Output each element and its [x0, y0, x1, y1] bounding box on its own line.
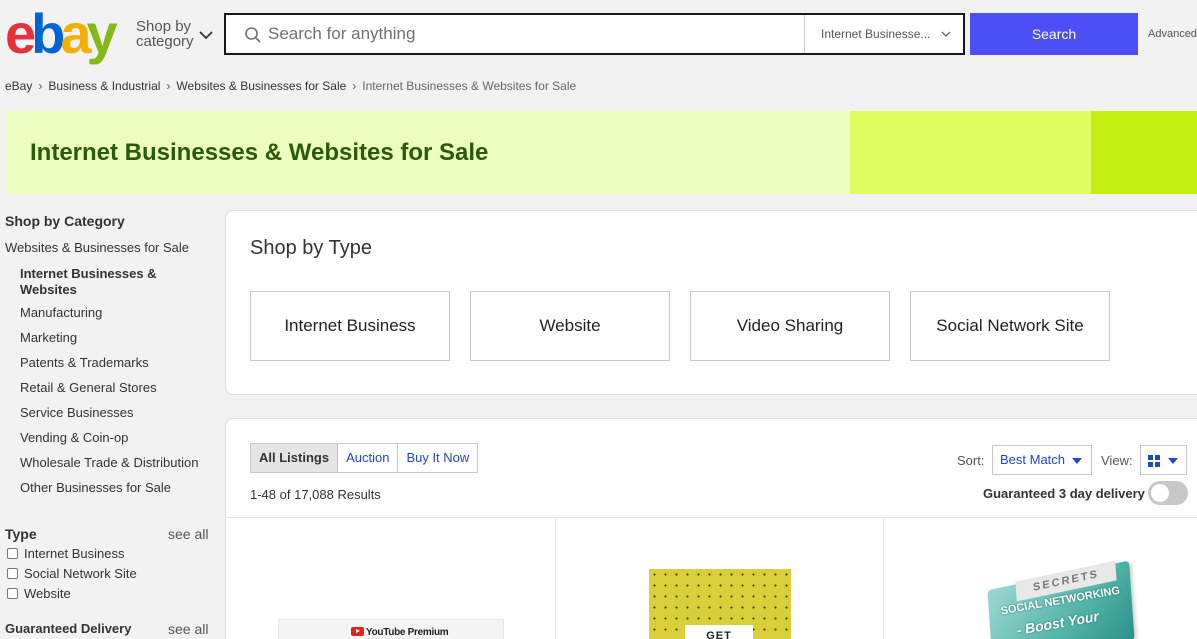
breadcrumb-current: Internet Businesses & Websites for Sale: [362, 79, 577, 93]
checkbox[interactable]: [7, 568, 18, 579]
banner-accent-block: [1091, 111, 1197, 194]
divider: [555, 518, 556, 639]
sidebar-item-wholesale[interactable]: Wholesale Trade & Distribution: [20, 455, 198, 470]
sidebar-item-retail[interactable]: Retail & General Stores: [20, 380, 157, 395]
search-category-select[interactable]: Internet Businesse...: [804, 15, 965, 53]
breadcrumb-item[interactable]: Websites & Businesses for Sale: [176, 79, 346, 93]
tab-auction[interactable]: Auction: [337, 444, 397, 472]
results-count: 1-48 of 17,088 Results: [250, 487, 381, 502]
breadcrumb: eBay › Business & Industrial › Websites & Bu…: [5, 79, 576, 93]
shop-by-type-panel: Shop by Type Internet Business Website V…: [225, 210, 1197, 395]
divider: [226, 517, 1197, 518]
view-label: View:: [1101, 453, 1133, 468]
type-see-all-link[interactable]: see all: [168, 526, 208, 542]
sidebar-item-marketing[interactable]: Marketing: [20, 330, 77, 345]
sidebar-item-vending[interactable]: Vending & Coin-op: [20, 430, 128, 445]
filter-guaranteed-heading: Guaranteed Delivery: [5, 621, 132, 636]
youtube-logo: YouTube Premium: [351, 627, 449, 638]
sidebar-item-internet-businesses[interactable]: Internet Businesses & Websites: [20, 266, 190, 298]
search-icon: [245, 27, 261, 43]
thumb-text: GET: [685, 625, 753, 639]
type-card-social-network[interactable]: Social Network Site: [910, 291, 1110, 361]
type-card-internet-business[interactable]: Internet Business: [250, 291, 450, 361]
checkbox[interactable]: [7, 588, 18, 599]
type-card-video-sharing[interactable]: Video Sharing: [690, 291, 890, 361]
logo-letter-a: a: [60, 2, 91, 65]
listings-panel: All Listings Auction Buy It Now 1-48 of …: [225, 418, 1197, 639]
section-title: Shop by Type: [250, 237, 372, 259]
filter-option[interactable]: Website: [7, 586, 71, 601]
listing-image[interactable]: GET: [649, 569, 791, 639]
search-input[interactable]: [268, 15, 798, 53]
tab-buy-it-now[interactable]: Buy It Now: [397, 444, 477, 472]
shop-by-label: Shop by: [136, 18, 192, 35]
divider: [883, 518, 884, 639]
type-card-website[interactable]: Website: [470, 291, 670, 361]
filter-option[interactable]: Internet Business: [7, 546, 124, 561]
breadcrumb-item[interactable]: eBay: [5, 79, 32, 93]
sort-dropdown[interactable]: Best Match: [992, 445, 1092, 475]
chevron-down-icon[interactable]: [198, 27, 214, 43]
category-banner: Internet Businesses & Websites for Sale: [5, 111, 1197, 194]
chevron-right-icon: ›: [166, 79, 171, 93]
search-button[interactable]: Search: [970, 13, 1138, 55]
chevron-right-icon: ›: [352, 79, 357, 93]
grid-view-icon: [1148, 455, 1160, 467]
listing-format-tabs: All Listings Auction Buy It Now: [250, 443, 479, 473]
advanced-search-link[interactable]: Advanced: [1148, 28, 1197, 40]
chevron-down-icon: [941, 31, 951, 37]
guaranteed-see-all-link[interactable]: see all: [168, 621, 208, 637]
ebay-logo[interactable]: ebay: [5, 2, 118, 65]
listing-image[interactable]: YouTube Premium: [278, 619, 504, 639]
search-bar: Internet Businesse...: [224, 13, 965, 55]
checkbox[interactable]: [7, 548, 18, 559]
sort-value: Best Match: [1000, 452, 1066, 467]
tab-all-listings[interactable]: All Listings: [251, 444, 338, 472]
filter-type-heading: Type: [5, 526, 37, 542]
chevron-right-icon: ›: [38, 79, 43, 93]
category-label: category: [136, 33, 194, 50]
filter-option-label: Website: [24, 586, 71, 601]
logo-letter-y: y: [86, 2, 118, 65]
toggle-knob: [1151, 484, 1169, 502]
sort-label: Sort:: [957, 453, 985, 468]
search-category-value: Internet Businesse...: [821, 27, 931, 41]
sidebar-item-patents[interactable]: Patents & Trademarks: [20, 355, 149, 370]
view-dropdown[interactable]: [1140, 445, 1187, 475]
logo-letter-e: e: [5, 2, 36, 65]
youtube-play-icon: [351, 627, 364, 636]
filter-option-label: Internet Business: [24, 546, 125, 561]
guaranteed-delivery-toggle[interactable]: [1148, 481, 1188, 505]
banner-accent-block: [850, 111, 1091, 194]
caret-down-icon: [1072, 458, 1082, 464]
sidebar-item-other[interactable]: Other Businesses for Sale: [20, 480, 171, 495]
filter-option-label: Social Network Site: [24, 566, 137, 581]
caret-down-icon: [1168, 458, 1178, 464]
logo-letter-b: b: [31, 2, 65, 65]
sidebar-heading: Shop by Category: [5, 213, 125, 229]
guaranteed-delivery-label: Guaranteed 3 day delivery: [983, 486, 1145, 501]
filter-option[interactable]: Social Network Site: [7, 566, 137, 581]
thumb-text: YouTube Premium: [366, 627, 449, 638]
sidebar-parent-category[interactable]: Websites & Businesses for Sale: [5, 240, 189, 255]
page-title: Internet Businesses & Websites for Sale: [30, 139, 489, 166]
sidebar-item-service[interactable]: Service Businesses: [20, 405, 133, 420]
sidebar-item-manufacturing[interactable]: Manufacturing: [20, 305, 102, 320]
breadcrumb-item[interactable]: Business & Industrial: [48, 79, 160, 93]
listing-image[interactable]: SECRETS SOCIAL NETWORKING - Boost Your: [987, 560, 1138, 639]
shop-by-category-button[interactable]: Shop by category: [136, 19, 194, 49]
